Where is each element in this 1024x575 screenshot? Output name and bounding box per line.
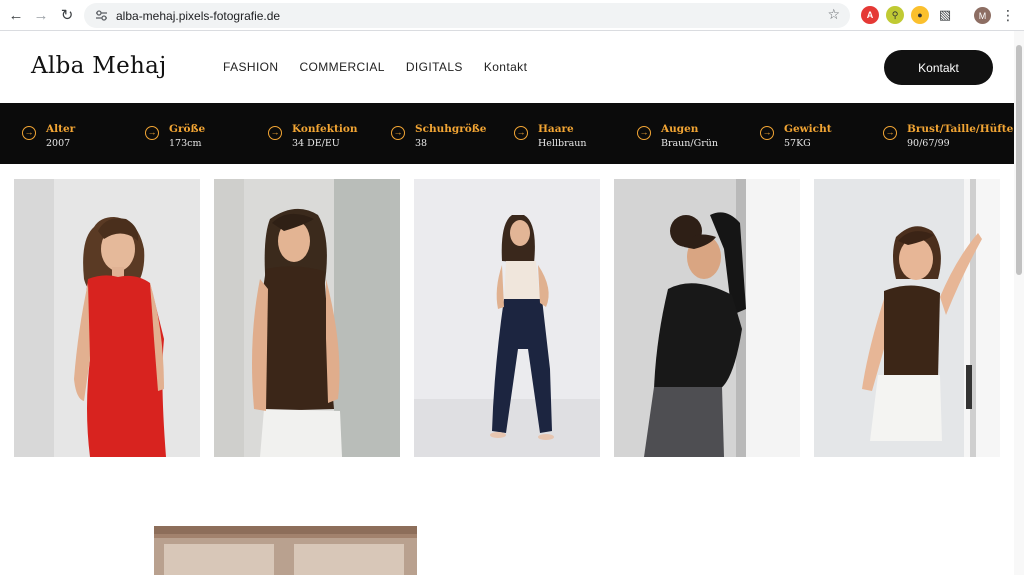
arrow-circle-icon: →: [514, 126, 528, 140]
stat-value: 34 DE/EU: [292, 138, 340, 149]
gallery-photo-interior[interactable]: [154, 526, 417, 575]
stat-label: Brust/Taille/Hüfte: [907, 123, 1014, 135]
extension-lock-icon[interactable]: ●: [911, 6, 929, 24]
stat-label: Haare: [538, 123, 574, 135]
kontakt-button[interactable]: Kontakt: [884, 50, 993, 85]
extension-search-icon[interactable]: ⚲: [886, 6, 904, 24]
arrow-circle-icon: →: [391, 126, 405, 140]
profile-avatar[interactable]: M: [974, 7, 991, 24]
extension-a-icon[interactable]: A: [861, 6, 879, 24]
stat-label: Konfektion: [292, 123, 358, 135]
stat-value: 90/67/99: [907, 138, 950, 149]
menu-icon[interactable]: ⋮: [1001, 6, 1015, 24]
arrow-circle-icon: →: [22, 126, 36, 140]
stat-label: Augen: [661, 123, 699, 135]
stat-label: Gewicht: [784, 123, 832, 135]
gallery-photo-brown-top-1[interactable]: [214, 179, 400, 457]
gallery-photo-navy-pants[interactable]: [414, 179, 600, 457]
gallery-photo-red-dress[interactable]: [14, 179, 200, 457]
star-icon[interactable]: ☆: [827, 6, 840, 23]
gallery-photo-brown-top-2[interactable]: [814, 179, 1000, 457]
stat-value: 57KG: [784, 138, 811, 149]
stat-value: 38: [415, 138, 428, 149]
arrow-circle-icon: →: [760, 126, 774, 140]
nav-digitals[interactable]: DIGITALS: [406, 60, 463, 74]
page-scrollbar[interactable]: [1014, 31, 1024, 575]
site-settings-icon[interactable]: [90, 9, 112, 22]
stat-label: Größe: [169, 123, 206, 135]
nav-kontakt[interactable]: Kontakt: [484, 60, 528, 74]
stat-value: Hellbraun: [538, 138, 587, 149]
stat-value: Braun/Grün: [661, 138, 718, 149]
arrow-circle-icon: →: [883, 126, 897, 140]
stat-label: Schuhgröße: [415, 123, 487, 135]
browser-toolbar: ← → ↻ alba-mehaj.pixels-fotografie.de ☆ …: [0, 0, 1024, 31]
address-bar[interactable]: alba-mehaj.pixels-fotografie.de ☆: [84, 3, 850, 28]
model-stats-bar: → Alter 2007 → Größe 173cm → Konfektion …: [0, 103, 1014, 164]
main-nav: FASHION COMMERCIAL DIGITALS Kontakt: [223, 60, 548, 74]
reload-icon[interactable]: ↻: [54, 2, 80, 28]
site-header: Alba Mehaj FASHION COMMERCIAL DIGITALS K…: [0, 31, 1014, 103]
gallery-photo-black-top[interactable]: [614, 179, 800, 457]
nav-commercial[interactable]: COMMERCIAL: [299, 60, 384, 74]
back-icon[interactable]: ←: [3, 2, 29, 28]
stat-value: 2007: [46, 138, 71, 149]
arrow-circle-icon: →: [145, 126, 159, 140]
arrow-circle-icon: →: [268, 126, 282, 140]
extensions-icon[interactable]: ▧: [936, 6, 954, 24]
brand-logo[interactable]: Alba Mehaj: [31, 53, 167, 79]
url-text[interactable]: alba-mehaj.pixels-fotografie.de: [116, 9, 280, 23]
stat-label: Alter: [46, 123, 76, 135]
arrow-circle-icon: →: [637, 126, 651, 140]
scrollbar-thumb[interactable]: [1016, 45, 1022, 275]
forward-icon[interactable]: →: [28, 2, 54, 28]
stat-value: 173cm: [169, 138, 202, 149]
nav-fashion[interactable]: FASHION: [223, 60, 278, 74]
